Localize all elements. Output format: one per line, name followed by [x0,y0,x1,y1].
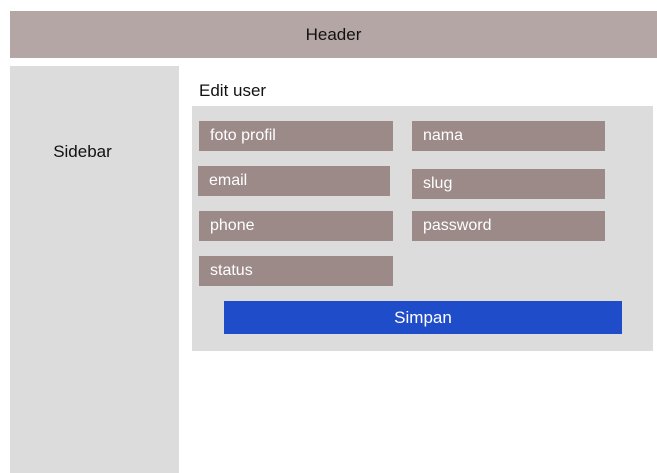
status-field[interactable]: status [199,256,393,286]
header: Header [10,11,657,58]
nama-field[interactable]: nama [412,121,605,151]
page-title: Edit user [199,81,267,100]
email-field[interactable]: email [198,166,390,196]
foto-profil-field[interactable]: foto profil [199,121,393,151]
sidebar-label: Sidebar [53,142,112,161]
app-frame: Header Sidebar Edit user foto profil nam… [0,0,657,473]
slug-field[interactable]: slug [412,169,605,199]
header-title: Header [305,24,362,44]
simpan-button[interactable]: Simpan [224,301,622,334]
sidebar: Sidebar [10,66,179,473]
phone-field[interactable]: phone [199,211,393,241]
password-field[interactable]: password [412,211,605,241]
